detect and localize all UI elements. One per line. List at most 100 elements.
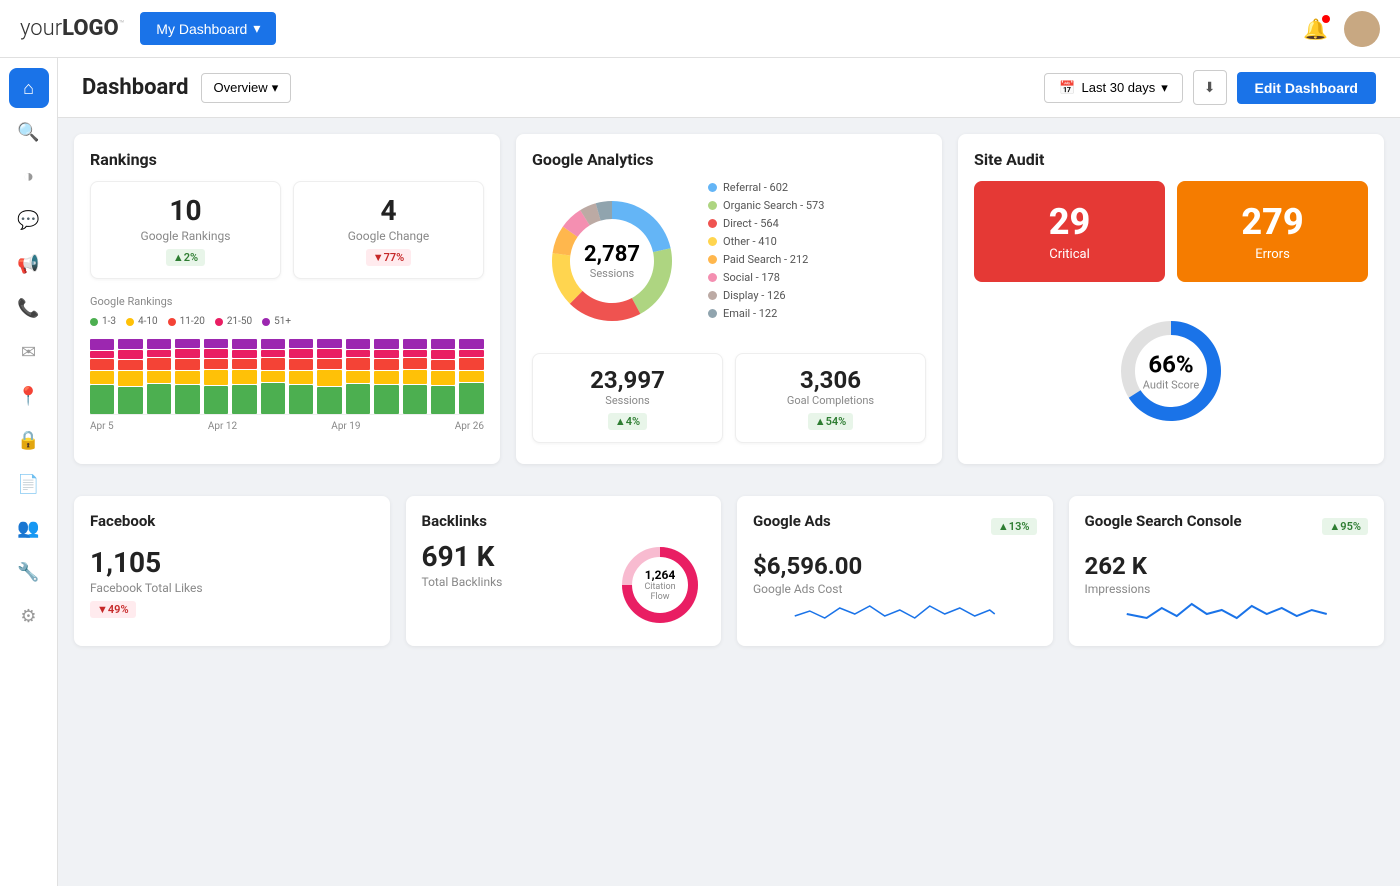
- chart-label: Google Rankings: [90, 295, 484, 308]
- overview-dropdown[interactable]: Overview ▾: [201, 73, 292, 103]
- my-dashboard-button[interactable]: My Dashboard ▾: [140, 12, 276, 45]
- sidebar-item-chart[interactable]: ◑: [9, 156, 49, 196]
- google-rankings-badge: ▲2%: [166, 249, 205, 266]
- citation-donut: 1,264 Citation Flow: [615, 540, 705, 630]
- citation-lbl: Citation Flow: [638, 582, 683, 602]
- edit-dashboard-button[interactable]: Edit Dashboard: [1237, 72, 1376, 104]
- critical-lbl: Critical: [990, 247, 1149, 262]
- facebook-title: Facebook: [90, 512, 374, 530]
- bottom-section: Facebook 1,105 Facebook Total Likes ▼49%…: [58, 496, 1400, 662]
- notification-dot: [1322, 15, 1330, 23]
- facebook-likes-num: 1,105: [90, 546, 374, 579]
- backlinks-lbl: Total Backlinks: [422, 575, 604, 589]
- logo: yourLOGO™: [20, 16, 124, 41]
- ads-title: Google Ads: [753, 512, 831, 530]
- search-console-card: Google Search Console ▲95% 262 K Impress…: [1069, 496, 1385, 646]
- console-badge: ▲95%: [1322, 518, 1368, 535]
- sessions-num: 23,997: [549, 366, 706, 394]
- citation-center: 1,264 Citation Flow: [638, 568, 683, 602]
- sidebar-item-home[interactable]: ⌂: [9, 68, 49, 108]
- download-button[interactable]: ⬇: [1193, 70, 1227, 105]
- google-change-num: 4: [310, 194, 467, 227]
- google-rankings-num: 10: [107, 194, 264, 227]
- rankings-chart: Google Rankings 1-34-1011-2021-5051+ Apr…: [90, 291, 484, 436]
- analytics-legend: Referral - 602Organic Search - 573Direct…: [708, 181, 824, 320]
- score-pct: 66%: [1143, 351, 1199, 379]
- sessions-badge: ▲4%: [608, 413, 647, 430]
- console-header: Google Search Console ▲95%: [1085, 512, 1369, 540]
- sidebar-item-settings[interactable]: ⚙: [9, 596, 49, 636]
- sessions-lbl: Sessions: [549, 394, 706, 407]
- sidebar-item-document[interactable]: 📄: [9, 464, 49, 504]
- date-range-button[interactable]: 📅 Last 30 days ▾: [1044, 73, 1182, 103]
- sidebar: ⌂ 🔍 ◑ 💬 📢 📞 ✉ 📍 🔒 📄 👥 🔧 ⚙: [0, 58, 58, 886]
- google-rankings-stat: 10 Google Rankings ▲2%: [90, 181, 281, 279]
- rankings-title: Rankings: [90, 150, 484, 169]
- sidebar-item-users[interactable]: 👥: [9, 508, 49, 548]
- sidebar-item-lock[interactable]: 🔒: [9, 420, 49, 460]
- avatar[interactable]: [1344, 11, 1380, 47]
- nav-right: 🔔: [1303, 11, 1380, 47]
- sub-header: Dashboard Overview ▾ 📅 Last 30 days ▾ ⬇ …: [58, 58, 1400, 118]
- analytics-donut: 2,787 Sessions: [532, 181, 692, 341]
- google-change-label: Google Change: [310, 229, 467, 243]
- google-ads-card: Google Ads ▲13% $6,596.00 Google Ads Cos…: [737, 496, 1053, 646]
- ads-wave-chart: [753, 596, 1037, 626]
- sidebar-item-search[interactable]: 🔍: [9, 112, 49, 152]
- sessions-center-label: Sessions: [584, 267, 640, 280]
- critical-num: 29: [990, 201, 1149, 243]
- page-title: Dashboard: [82, 75, 189, 100]
- top-nav: yourLOGO™ My Dashboard ▾ 🔔: [0, 0, 1400, 58]
- sidebar-item-megaphone[interactable]: 📢: [9, 244, 49, 284]
- facebook-likes-badge: ▼49%: [90, 601, 136, 618]
- ads-header: Google Ads ▲13%: [753, 512, 1037, 540]
- chart-legend: 1-34-1011-2021-5051+: [90, 316, 484, 327]
- console-title: Google Search Console: [1085, 512, 1242, 530]
- analytics-card: Google Analytics 2,787 Sessions Referral…: [516, 134, 942, 464]
- errors-num: 279: [1193, 201, 1352, 243]
- sub-header-left: Dashboard Overview ▾: [82, 73, 291, 103]
- sidebar-item-phone[interactable]: 📞: [9, 288, 49, 328]
- sub-header-right: 📅 Last 30 days ▾ ⬇ Edit Dashboard: [1044, 70, 1376, 105]
- sidebar-item-tools[interactable]: 🔧: [9, 552, 49, 592]
- main-content: Dashboard Overview ▾ 📅 Last 30 days ▾ ⬇ …: [58, 58, 1400, 886]
- audit-score-donut: 66% Audit Score: [974, 294, 1368, 448]
- backlinks-card: Backlinks 691 K Total Backlinks 1,264 Ci…: [406, 496, 722, 646]
- facebook-card: Facebook 1,105 Facebook Total Likes ▼49%: [74, 496, 390, 646]
- rankings-stats: 10 Google Rankings ▲2% 4 Google Change ▼…: [90, 181, 484, 279]
- console-impressions-lbl: Impressions: [1085, 582, 1369, 596]
- backlinks-num: 691 K: [422, 540, 604, 573]
- ads-cost: $6,596.00: [753, 552, 1037, 580]
- sidebar-item-mail[interactable]: ✉: [9, 332, 49, 372]
- google-change-stat: 4 Google Change ▼77%: [293, 181, 484, 279]
- goals-badge: ▲54%: [808, 413, 854, 430]
- audit-donut-container: 66% Audit Score: [1106, 306, 1236, 436]
- rankings-card: Rankings 10 Google Rankings ▲2% 4 Google…: [74, 134, 500, 464]
- ads-cost-lbl: Google Ads Cost: [753, 582, 1037, 596]
- analytics-bottom-stats: 23,997 Sessions ▲4% 3,306 Goal Completio…: [532, 353, 926, 443]
- sessions-center-num: 2,787: [584, 242, 640, 267]
- backlinks-inner: 691 K Total Backlinks 1,264 Citation Flo…: [422, 540, 706, 630]
- analytics-title: Google Analytics: [532, 150, 926, 169]
- ads-badge: ▲13%: [991, 518, 1037, 535]
- facebook-likes-lbl: Facebook Total Likes: [90, 581, 374, 595]
- sidebar-item-chat[interactable]: 💬: [9, 200, 49, 240]
- audit-badges: 29 Critical 279 Errors: [974, 181, 1368, 282]
- site-audit-title: Site Audit: [974, 150, 1368, 169]
- goals-lbl: Goal Completions: [752, 394, 909, 407]
- citation-num: 1,264: [638, 568, 683, 582]
- google-change-badge: ▼77%: [366, 249, 412, 266]
- score-lbl: Audit Score: [1143, 379, 1199, 392]
- site-audit-card: Site Audit 29 Critical 279 Errors: [958, 134, 1384, 464]
- donut-center-label: 2,787 Sessions: [584, 242, 640, 280]
- app-body: ⌂ 🔍 ◑ 💬 📢 📞 ✉ 📍 🔒 📄 👥 🔧 ⚙ Dashboard Over…: [0, 58, 1400, 886]
- bell-icon[interactable]: 🔔: [1303, 17, 1328, 41]
- errors-badge: 279 Errors: [1177, 181, 1368, 282]
- chart-x-axis: Apr 5Apr 12Apr 19Apr 26: [90, 421, 484, 432]
- goals-num: 3,306: [752, 366, 909, 394]
- goal-completions-stat: 3,306 Goal Completions ▲54%: [735, 353, 926, 443]
- analytics-donut-area: 2,787 Sessions Referral - 602Organic Sea…: [532, 181, 926, 341]
- audit-score-label: 66% Audit Score: [1143, 351, 1199, 392]
- backlinks-title: Backlinks: [422, 512, 706, 530]
- sidebar-item-location[interactable]: 📍: [9, 376, 49, 416]
